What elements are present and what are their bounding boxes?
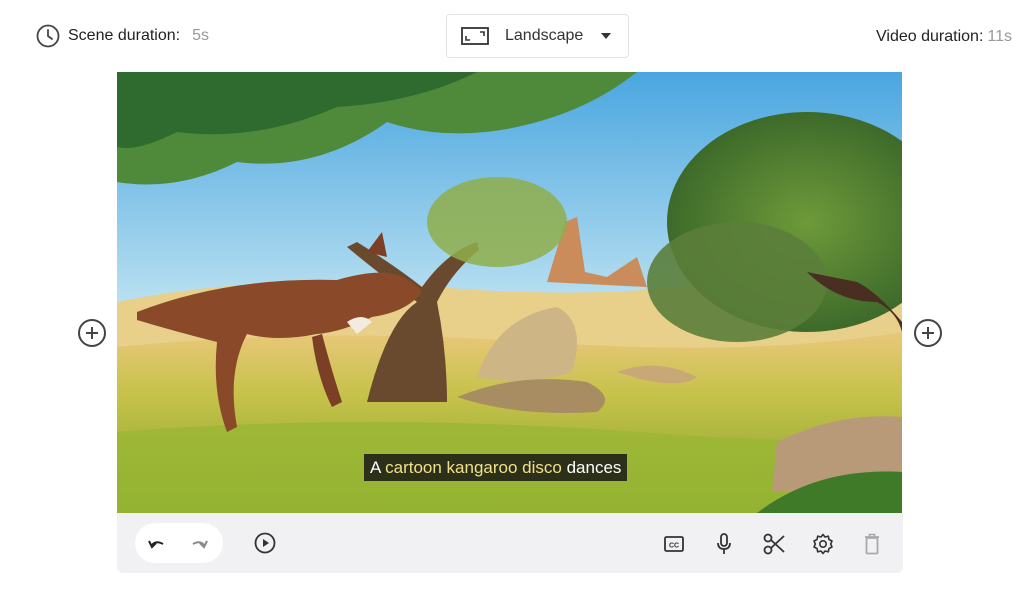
video-duration-label: Video duration: [876, 28, 984, 45]
voiceover-button[interactable] [712, 532, 736, 556]
redo-button[interactable] [187, 533, 211, 555]
scene-duration-label: Scene duration: [68, 27, 181, 44]
scene-preview[interactable] [117, 72, 902, 513]
redo-icon [192, 540, 208, 549]
scene-settings-button[interactable] [810, 531, 836, 557]
undo-button[interactable] [145, 533, 169, 555]
closed-captions-button[interactable]: CC [662, 533, 686, 555]
caption-highlighted-keywords: cartoon kangaroo disco [385, 458, 562, 477]
play-icon [254, 532, 276, 554]
video-duration: Video duration: 11s [876, 28, 1012, 46]
clock-icon [36, 24, 60, 48]
scene-image [117, 72, 902, 513]
scene-duration-value: 5s [192, 27, 209, 44]
svg-text:CC: CC [669, 543, 679, 550]
chevron-down-icon [601, 33, 612, 39]
video-duration-value: 11s [987, 28, 1012, 45]
scissors-icon [763, 533, 785, 555]
trash-icon [865, 533, 879, 555]
top-bar: Scene duration: 5s Landscape Video durat… [0, 0, 1024, 72]
gear-icon [813, 533, 833, 555]
landscape-frame-icon [461, 27, 489, 45]
scene-duration: Scene duration: 5s [36, 24, 209, 48]
caption-text-after: dances [561, 458, 622, 477]
add-scene-before-button[interactable] [78, 319, 106, 347]
add-scene-after-button[interactable] [914, 319, 942, 347]
play-button[interactable] [253, 531, 277, 555]
trim-button[interactable] [761, 531, 787, 557]
scene-caption[interactable]: A cartoon kangaroo disco dances [364, 454, 628, 481]
closed-captions-icon: CC [664, 536, 684, 552]
caption-text-before: A [370, 458, 386, 477]
microphone-icon [717, 533, 731, 554]
undo-icon [148, 540, 164, 549]
orientation-dropdown[interactable]: Landscape [446, 14, 629, 58]
scene-toolbar: CC [117, 513, 903, 573]
delete-scene-button[interactable] [861, 531, 883, 557]
orientation-value: Landscape [505, 27, 584, 44]
